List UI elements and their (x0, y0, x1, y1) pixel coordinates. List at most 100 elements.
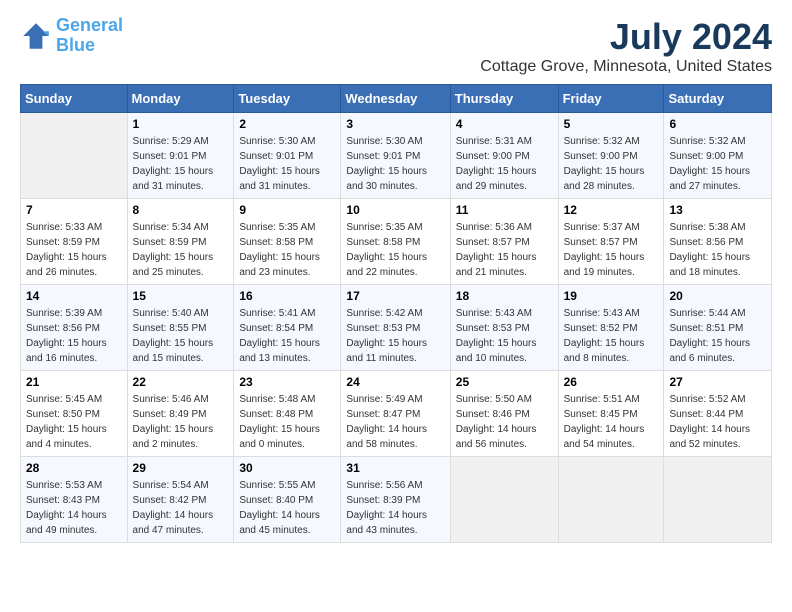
day-number: 25 (456, 375, 553, 389)
day-number: 18 (456, 289, 553, 303)
calendar-cell: 12 Sunrise: 5:37 AMSunset: 8:57 PMDayligh… (558, 199, 664, 285)
calendar-cell (450, 457, 558, 543)
day-number: 20 (669, 289, 766, 303)
day-info: Sunrise: 5:31 AMSunset: 9:00 PMDaylight:… (456, 134, 553, 194)
calendar-cell: 16Sunrise: 5:41 AMSunset: 8:54 PMDayligh… (234, 285, 341, 371)
day-number: 21 (26, 375, 122, 389)
day-number: 1 (133, 117, 229, 131)
calendar-cell: 18 Sunrise: 5:43 AMSunset: 8:53 PMDayligh… (450, 285, 558, 371)
calendar-cell: 4 Sunrise: 5:31 AMSunset: 9:00 PMDaylight… (450, 113, 558, 199)
weekday-header-saturday: Saturday (664, 85, 772, 113)
calendar-cell: 3 Sunrise: 5:30 AMSunset: 9:01 PMDaylight… (341, 113, 450, 199)
week-row-4: 21Sunrise: 5:45 AMSunset: 8:50 PMDayligh… (21, 371, 772, 457)
day-info: Sunrise: 5:32 AMSunset: 9:00 PMDaylight:… (564, 134, 659, 194)
day-number: 27 (669, 375, 766, 389)
calendar-cell: 10 Sunrise: 5:35 AMSunset: 8:58 PMDayligh… (341, 199, 450, 285)
calendar-cell: 24Sunrise: 5:49 AMSunset: 8:47 PMDayligh… (341, 371, 450, 457)
calendar-cell: 14 Sunrise: 5:39 AMSunset: 8:56 PMDayligh… (21, 285, 128, 371)
calendar-cell: 28Sunrise: 5:53 AMSunset: 8:43 PMDayligh… (21, 457, 128, 543)
calendar-cell: 27Sunrise: 5:52 AMSunset: 8:44 PMDayligh… (664, 371, 772, 457)
weekday-header-row: SundayMondayTuesdayWednesdayThursdayFrid… (21, 85, 772, 113)
day-number: 31 (346, 461, 444, 475)
day-number: 9 (239, 203, 335, 217)
day-info: Sunrise: 5:51 AMSunset: 8:45 PMDaylight:… (564, 392, 659, 452)
day-info: Sunrise: 5:35 AMSunset: 8:58 PMDaylight:… (239, 220, 335, 280)
day-info: Sunrise: 5:38 AMSunset: 8:56 PMDaylight:… (669, 220, 766, 280)
day-number: 16 (239, 289, 335, 303)
calendar-cell: 6 Sunrise: 5:32 AMSunset: 9:00 PMDaylight… (664, 113, 772, 199)
week-row-5: 28Sunrise: 5:53 AMSunset: 8:43 PMDayligh… (21, 457, 772, 543)
page-header: General Blue July 2024 Cottage Grove, Mi… (20, 16, 772, 76)
calendar-cell: 19 Sunrise: 5:43 AMSunset: 8:52 PMDayligh… (558, 285, 664, 371)
calendar-table: SundayMondayTuesdayWednesdayThursdayFrid… (20, 84, 772, 543)
day-number: 10 (346, 203, 444, 217)
location-title: Cottage Grove, Minnesota, United States (480, 58, 772, 76)
calendar-cell: 13 Sunrise: 5:38 AMSunset: 8:56 PMDayligh… (664, 199, 772, 285)
day-number: 3 (346, 117, 444, 131)
day-number: 22 (133, 375, 229, 389)
weekday-header-tuesday: Tuesday (234, 85, 341, 113)
day-number: 24 (346, 375, 444, 389)
day-info: Sunrise: 5:33 AMSunset: 8:59 PMDaylight:… (26, 220, 122, 280)
day-info: Sunrise: 5:30 AMSunset: 9:01 PMDaylight:… (239, 134, 335, 194)
day-info: Sunrise: 5:36 AMSunset: 8:57 PMDaylight:… (456, 220, 553, 280)
day-number: 26 (564, 375, 659, 389)
day-info: Sunrise: 5:39 AMSunset: 8:56 PMDaylight:… (26, 306, 122, 366)
calendar-cell: 22 Sunrise: 5:46 AMSunset: 8:49 PMDayligh… (127, 371, 234, 457)
calendar-cell: 11 Sunrise: 5:36 AMSunset: 8:57 PMDayligh… (450, 199, 558, 285)
calendar-cell: 15 Sunrise: 5:40 AMSunset: 8:55 PMDayligh… (127, 285, 234, 371)
day-info: Sunrise: 5:35 AMSunset: 8:58 PMDaylight:… (346, 220, 444, 280)
day-number: 6 (669, 117, 766, 131)
day-info: Sunrise: 5:30 AMSunset: 9:01 PMDaylight:… (346, 134, 444, 194)
day-number: 15 (133, 289, 229, 303)
day-info: Sunrise: 5:42 AMSunset: 8:53 PMDaylight:… (346, 306, 444, 366)
weekday-header-friday: Friday (558, 85, 664, 113)
logo-text: General Blue (56, 16, 123, 56)
weekday-header-thursday: Thursday (450, 85, 558, 113)
weekday-header-sunday: Sunday (21, 85, 128, 113)
day-number: 19 (564, 289, 659, 303)
calendar-cell: 30Sunrise: 5:55 AMSunset: 8:40 PMDayligh… (234, 457, 341, 543)
calendar-cell (558, 457, 664, 543)
day-info: Sunrise: 5:32 AMSunset: 9:00 PMDaylight:… (669, 134, 766, 194)
weekday-header-monday: Monday (127, 85, 234, 113)
day-number: 2 (239, 117, 335, 131)
calendar-cell: 31 Sunrise: 5:56 AMSunset: 8:39 PMDayligh… (341, 457, 450, 543)
day-info: Sunrise: 5:34 AMSunset: 8:59 PMDaylight:… (133, 220, 229, 280)
logo-icon (20, 20, 52, 52)
calendar-cell: 9 Sunrise: 5:35 AMSunset: 8:58 PMDaylight… (234, 199, 341, 285)
week-row-3: 14 Sunrise: 5:39 AMSunset: 8:56 PMDayligh… (21, 285, 772, 371)
day-info: Sunrise: 5:50 AMSunset: 8:46 PMDaylight:… (456, 392, 553, 452)
day-info: Sunrise: 5:43 AMSunset: 8:52 PMDaylight:… (564, 306, 659, 366)
day-info: Sunrise: 5:37 AMSunset: 8:57 PMDaylight:… (564, 220, 659, 280)
day-number: 30 (239, 461, 335, 475)
weekday-header-wednesday: Wednesday (341, 85, 450, 113)
calendar-cell: 26 Sunrise: 5:51 AMSunset: 8:45 PMDayligh… (558, 371, 664, 457)
day-info: Sunrise: 5:53 AMSunset: 8:43 PMDaylight:… (26, 478, 122, 538)
day-info: Sunrise: 5:29 AMSunset: 9:01 PMDaylight:… (133, 134, 229, 194)
day-info: Sunrise: 5:56 AMSunset: 8:39 PMDaylight:… (346, 478, 444, 538)
day-number: 4 (456, 117, 553, 131)
calendar-cell: 5 Sunrise: 5:32 AMSunset: 9:00 PMDaylight… (558, 113, 664, 199)
calendar-cell: 17 Sunrise: 5:42 AMSunset: 8:53 PMDayligh… (341, 285, 450, 371)
day-info: Sunrise: 5:46 AMSunset: 8:49 PMDaylight:… (133, 392, 229, 452)
calendar-cell: 23Sunrise: 5:48 AMSunset: 8:48 PMDayligh… (234, 371, 341, 457)
day-info: Sunrise: 5:43 AMSunset: 8:53 PMDaylight:… (456, 306, 553, 366)
day-number: 8 (133, 203, 229, 217)
calendar-cell: 8 Sunrise: 5:34 AMSunset: 8:59 PMDaylight… (127, 199, 234, 285)
calendar-cell: 21Sunrise: 5:45 AMSunset: 8:50 PMDayligh… (21, 371, 128, 457)
calendar-cell: 29Sunrise: 5:54 AMSunset: 8:42 PMDayligh… (127, 457, 234, 543)
week-row-1: 1 Sunrise: 5:29 AMSunset: 9:01 PMDaylight… (21, 113, 772, 199)
calendar-cell (21, 113, 128, 199)
day-number: 13 (669, 203, 766, 217)
day-number: 5 (564, 117, 659, 131)
day-number: 11 (456, 203, 553, 217)
calendar-cell: 7Sunrise: 5:33 AMSunset: 8:59 PMDaylight… (21, 199, 128, 285)
day-number: 14 (26, 289, 122, 303)
week-row-2: 7Sunrise: 5:33 AMSunset: 8:59 PMDaylight… (21, 199, 772, 285)
day-number: 23 (239, 375, 335, 389)
day-number: 12 (564, 203, 659, 217)
day-number: 17 (346, 289, 444, 303)
calendar-cell: 25 Sunrise: 5:50 AMSunset: 8:46 PMDayligh… (450, 371, 558, 457)
day-info: Sunrise: 5:40 AMSunset: 8:55 PMDaylight:… (133, 306, 229, 366)
